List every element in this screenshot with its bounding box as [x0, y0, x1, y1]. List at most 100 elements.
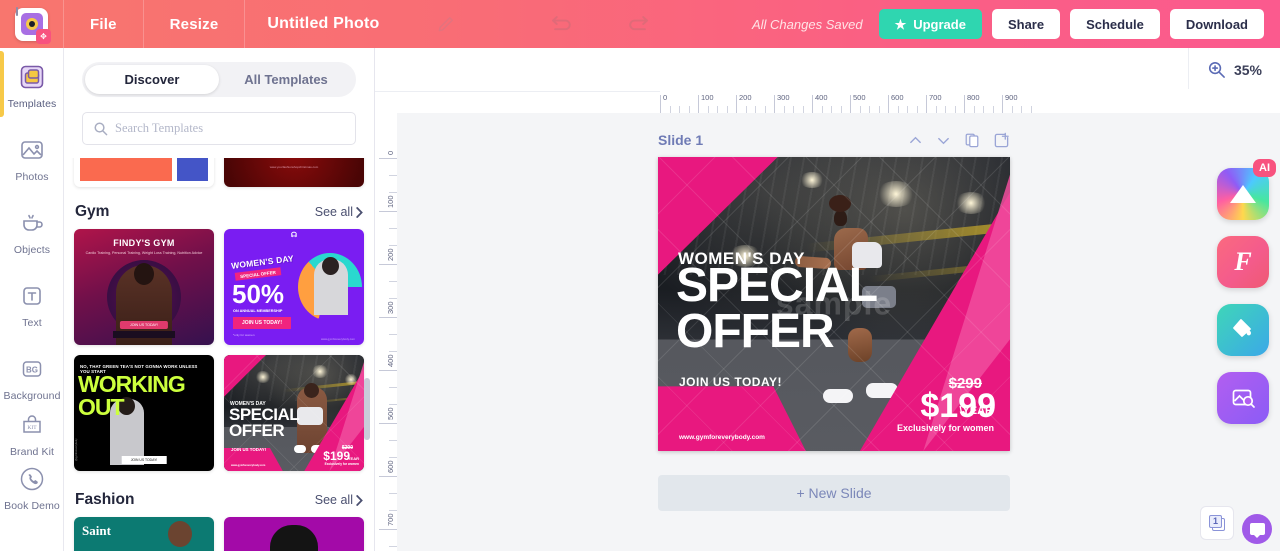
templates-icon	[17, 62, 47, 92]
template-card-dark-red[interactable]: www.yourfashionshopchristmas.com	[224, 158, 364, 187]
ruler-tick-minor	[726, 106, 728, 113]
pages-indicator[interactable]: 1	[1200, 506, 1234, 540]
menu-file[interactable]: File	[64, 0, 144, 48]
ruler-label: 300	[386, 301, 395, 314]
card-percent: 50%	[232, 279, 285, 309]
ruler-tick-minor	[783, 106, 785, 113]
ruler-label: 700	[929, 93, 942, 102]
ruler-tick-minor	[389, 440, 397, 441]
template-card-fashion-purple[interactable]	[224, 517, 364, 551]
undo-icon[interactable]	[540, 0, 584, 48]
tab-all-templates[interactable]: All Templates	[219, 65, 353, 94]
new-slide-button[interactable]: + New Slide	[658, 475, 1010, 511]
redo-icon[interactable]	[616, 0, 660, 48]
sidebar-item-label: Text	[22, 316, 42, 329]
ruler-label: 400	[386, 354, 395, 367]
ruler-tick	[1002, 95, 1003, 113]
star-icon: ★	[894, 16, 907, 32]
template-card-social-media[interactable]: Social media is a reflection of our soci…	[74, 158, 214, 187]
zoom-control[interactable]: 35%	[1187, 47, 1280, 92]
search-templates[interactable]	[82, 112, 356, 145]
ruler-tick-minor	[1021, 106, 1022, 113]
ruler-tick-minor	[707, 106, 709, 113]
card-cta: JOIN US TODAY!	[233, 317, 292, 329]
ruler-label: 100	[701, 93, 714, 102]
ruler-tick	[379, 158, 397, 159]
section-title: Gym	[75, 203, 110, 220]
image-search-button[interactable]	[1217, 372, 1269, 424]
slide-header: Slide 1	[658, 126, 1010, 154]
download-button[interactable]: Download	[1169, 9, 1264, 39]
ruler-tick-minor	[869, 106, 870, 113]
ruler-tick-minor	[389, 510, 397, 511]
schedule-button[interactable]: Schedule	[1070, 9, 1160, 39]
fonts-button[interactable]: F	[1217, 236, 1269, 288]
template-card-womens-day-50[interactable]: ☊ WOMEN'S DAY SPECIAL OFFER 50% ON ANNUA…	[224, 229, 364, 345]
add-slide-icon[interactable]	[993, 132, 1010, 149]
card-title: Saint	[82, 523, 111, 538]
template-card-findys-gym[interactable]: FINDY'S GYM Cardio Training, Personal Tr…	[74, 229, 214, 345]
ruler-tick-minor	[755, 106, 756, 113]
menu-resize[interactable]: Resize	[144, 0, 246, 48]
templates-scroll-region[interactable]: Social media is a reflection of our soci…	[64, 158, 374, 551]
sidebar-item-book-demo[interactable]: Book Demo	[0, 450, 64, 525]
see-all-fashion[interactable]: See all	[315, 493, 363, 507]
ruler-tick	[379, 423, 397, 424]
svg-text:KIT: KIT	[27, 425, 37, 431]
chat-button[interactable]	[1242, 514, 1272, 544]
search-input[interactable]	[115, 121, 345, 136]
design-per: \YEAR	[959, 405, 993, 417]
ruler-tick-minor	[935, 106, 937, 113]
pencil-icon[interactable]	[424, 0, 468, 48]
ruler-tick	[812, 95, 813, 113]
tab-discover[interactable]: Discover	[85, 65, 219, 94]
canvas-toolbar: 35%	[375, 47, 1280, 92]
ruler-tick-minor	[389, 387, 397, 388]
template-card-fashion-saint[interactable]: Saint	[74, 517, 214, 551]
ruler-tick-minor	[878, 106, 880, 113]
slide-toolbar	[908, 132, 1010, 149]
duplicate-slide-icon[interactable]	[964, 132, 980, 148]
upgrade-button[interactable]: ★ Upgrade	[878, 9, 982, 39]
card-line2: OFFER	[229, 421, 285, 440]
ruler-tick-minor	[679, 106, 680, 113]
app-logo[interactable]: ✥	[0, 0, 64, 48]
share-button[interactable]: Share	[991, 9, 1061, 39]
see-all-gym[interactable]: See all	[315, 205, 363, 219]
ruler-tick	[774, 95, 775, 113]
template-card-special-offer[interactable]: WOMEN'S DAY SPECIAL OFFER JOIN US TODAY!…	[224, 355, 364, 471]
sidebar-item-text[interactable]: Text	[0, 267, 64, 342]
section-header-gym: Gym See all	[64, 197, 374, 229]
ruler-tick-minor	[983, 106, 984, 113]
sidebar-item-templates[interactable]: Templates	[0, 48, 64, 123]
templates-panel: Discover All Templates Social media is a…	[64, 48, 375, 551]
sidebar-item-photos[interactable]: Photos	[0, 121, 64, 196]
move-slide-down-icon[interactable]	[936, 133, 951, 148]
slide-canvas[interactable]: sample WOMEN'S DAY SPECIAL OFFER JOIN US…	[658, 157, 1010, 451]
page-count: 1	[1209, 515, 1222, 528]
ruler-label: 200	[739, 93, 752, 102]
sidebar-item-label: Templates	[7, 97, 57, 110]
ruler-tick	[926, 95, 927, 113]
ruler-tick-minor	[831, 106, 832, 113]
template-row-gym-2: NO, THAT GREEN TEA'S NOT GONNA WORK UNLE…	[64, 355, 374, 471]
objects-icon	[17, 208, 47, 238]
move-slide-up-icon[interactable]	[908, 133, 923, 148]
color-fill-button[interactable]	[1217, 304, 1269, 356]
ai-image-button[interactable]: AI	[1217, 159, 1276, 220]
chevron-right-icon	[356, 206, 363, 218]
chat-bubble-icon	[1249, 523, 1265, 538]
document-title[interactable]: Untitled Photo	[245, 0, 401, 48]
sidebar-item-objects[interactable]: Objects	[0, 194, 64, 269]
panel-scrollbar[interactable]	[364, 378, 370, 440]
ruler-tick-minor	[793, 106, 794, 113]
design-tagline: Exclusively for women	[896, 423, 994, 433]
ruler-tick-minor	[764, 106, 766, 113]
card-subtitle: ON ANNUAL MEMBERSHIP	[233, 309, 283, 313]
ruler-label: 600	[891, 93, 904, 102]
zoom-in-icon	[1208, 61, 1225, 78]
image-search-icon	[1232, 389, 1255, 408]
save-status: All Changes Saved	[751, 16, 863, 32]
template-card-working-out[interactable]: NO, THAT GREEN TEA'S NOT GONNA WORK UNLE…	[74, 355, 214, 471]
card-title: FINDY'S GYM	[113, 238, 175, 248]
